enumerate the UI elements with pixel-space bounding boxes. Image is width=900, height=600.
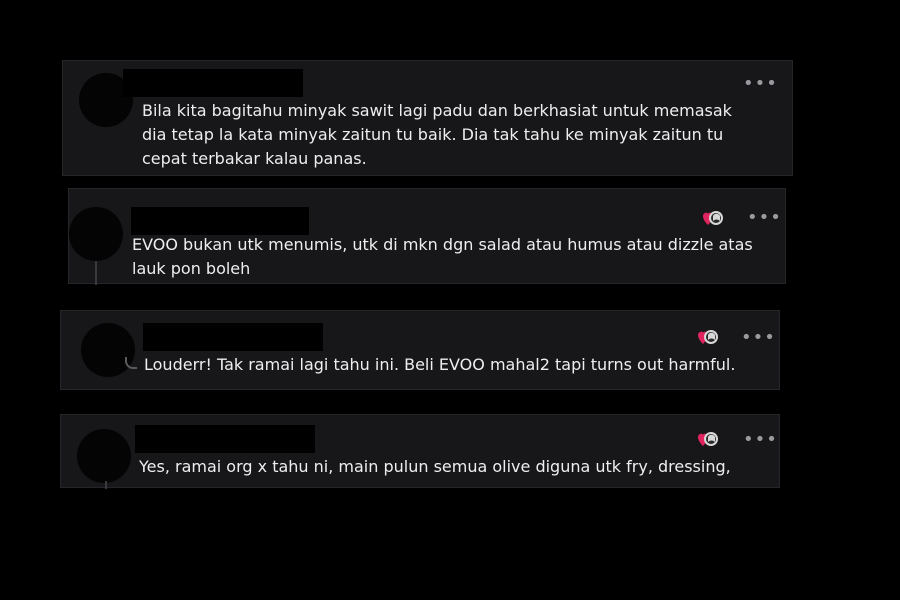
heart-reaction-icon[interactable] [702,209,724,227]
comment-card: ••• EVOO bukan utk menumis, utk di mkn d… [68,188,786,285]
thread-line [105,481,107,489]
comment-text: Bila kita bagitahu minyak sawit lagi pad… [142,101,732,168]
comment-card: ••• Yes, ramai org x tahu ni, main pulun… [60,414,780,489]
heart-reaction-icon[interactable] [697,430,719,448]
comment-text: Louderr! Tak ramai lagi tahu ini. Beli E… [144,355,736,374]
avatar[interactable] [69,207,123,261]
comment-text: Yes, ramai org x tahu ni, main pulun sem… [139,457,731,476]
avatar[interactable] [81,323,135,377]
more-options-icon[interactable]: ••• [743,431,778,449]
redacted-username [131,207,309,235]
redacted-username [143,323,323,351]
more-options-icon[interactable]: ••• [741,329,776,347]
redacted-username [135,425,315,453]
comment-card: ••• Bila kita bagitahu minyak sawit lagi… [62,60,793,176]
avatar[interactable] [77,429,131,483]
more-options-icon[interactable]: ••• [747,209,782,227]
comment-text: EVOO bukan utk menumis, utk di mkn dgn s… [132,235,753,278]
heart-reaction-icon[interactable] [697,328,719,346]
thread-line [95,261,97,285]
comment-card: ••• Louderr! Tak ramai lagi tahu ini. Be… [60,310,780,390]
redacted-username [123,69,303,97]
more-options-icon[interactable]: ••• [743,75,778,93]
